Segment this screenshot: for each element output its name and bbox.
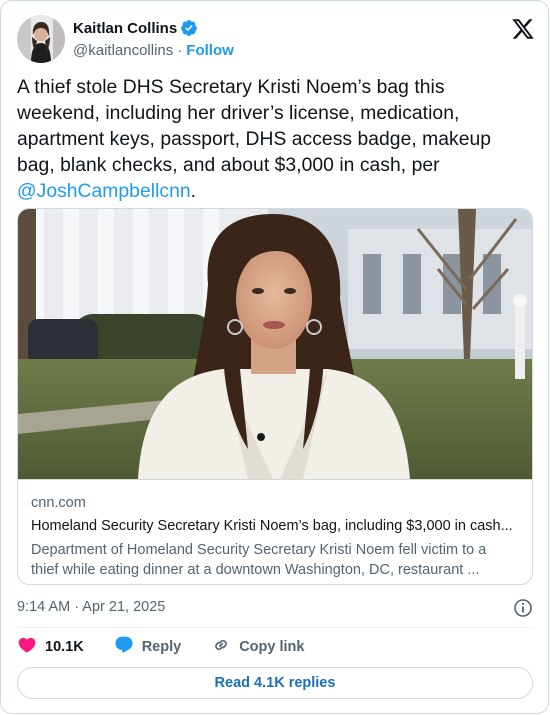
link-preview-card[interactable]: cnn.com Homeland Security Secretary Kris… xyxy=(17,208,533,585)
link-description: Department of Homeland Security Secretar… xyxy=(31,540,523,580)
tweet-card: Kaitlan Collins @kaitlancollins · Follow… xyxy=(0,0,549,714)
link-description-line: Department of Homeland Security Secretar… xyxy=(31,542,487,558)
tweet-text-end: . xyxy=(190,181,197,202)
link-description-line: thief while eating dinner at a downtown … xyxy=(31,562,480,578)
link-icon xyxy=(211,635,231,659)
handle-row: @kaitlancollins · Follow xyxy=(73,42,234,59)
link-preview-meta[interactable]: cnn.com Homeland Security Secretary Kris… xyxy=(18,479,532,584)
tweet-text-line: A thief stole DHS Secretary Kristi Noem’… xyxy=(17,77,445,98)
heart-icon xyxy=(17,635,37,659)
separator-dot: · xyxy=(177,42,183,59)
action-bar: 10.1K Reply Copy link xyxy=(17,635,533,659)
tweet-text-line: bag, blank checks, and about $3,000 in c… xyxy=(17,155,440,176)
like-button[interactable]: 10.1K xyxy=(17,635,84,659)
link-domain: cnn.com xyxy=(31,495,86,511)
author-name[interactable]: Kaitlan Collins xyxy=(73,20,177,37)
like-count: 10.1K xyxy=(45,639,84,655)
timestamp-row: 9:14 AM · Apr 21, 2025 xyxy=(17,598,533,618)
mention-link[interactable]: @JoshCampbellcnn xyxy=(17,181,191,202)
divider xyxy=(17,627,533,628)
author-handle[interactable]: @kaitlancollins xyxy=(73,42,173,59)
tweet-text: A thief stole DHS Secretary Kristi Noem’… xyxy=(17,75,517,205)
copy-link-label: Copy link xyxy=(239,639,305,655)
tweet-text-line: apartment keys, passport, DHS access bad… xyxy=(17,129,492,150)
x-logo-icon[interactable] xyxy=(511,17,535,41)
author-name-row: Kaitlan Collins xyxy=(73,19,198,37)
timestamp[interactable]: 9:14 AM · Apr 21, 2025 xyxy=(17,599,165,615)
reply-button[interactable]: Reply xyxy=(114,635,182,659)
follow-button[interactable]: Follow xyxy=(186,42,234,59)
info-icon[interactable] xyxy=(513,598,533,618)
tweet-text-line: weekend, including her driver’s license,… xyxy=(17,103,460,124)
copy-link-button[interactable]: Copy link xyxy=(211,635,304,659)
link-title: Homeland Security Secretary Kristi Noem’… xyxy=(31,518,513,534)
tweet-header: Kaitlan Collins @kaitlancollins · Follow xyxy=(17,15,535,65)
link-preview-image[interactable] xyxy=(18,209,532,479)
read-replies-button[interactable]: Read 4.1K replies xyxy=(17,667,533,699)
verified-badge-icon xyxy=(180,19,198,37)
reply-label: Reply xyxy=(141,639,182,655)
reply-bubble-icon xyxy=(114,635,134,659)
avatar[interactable] xyxy=(17,15,65,63)
